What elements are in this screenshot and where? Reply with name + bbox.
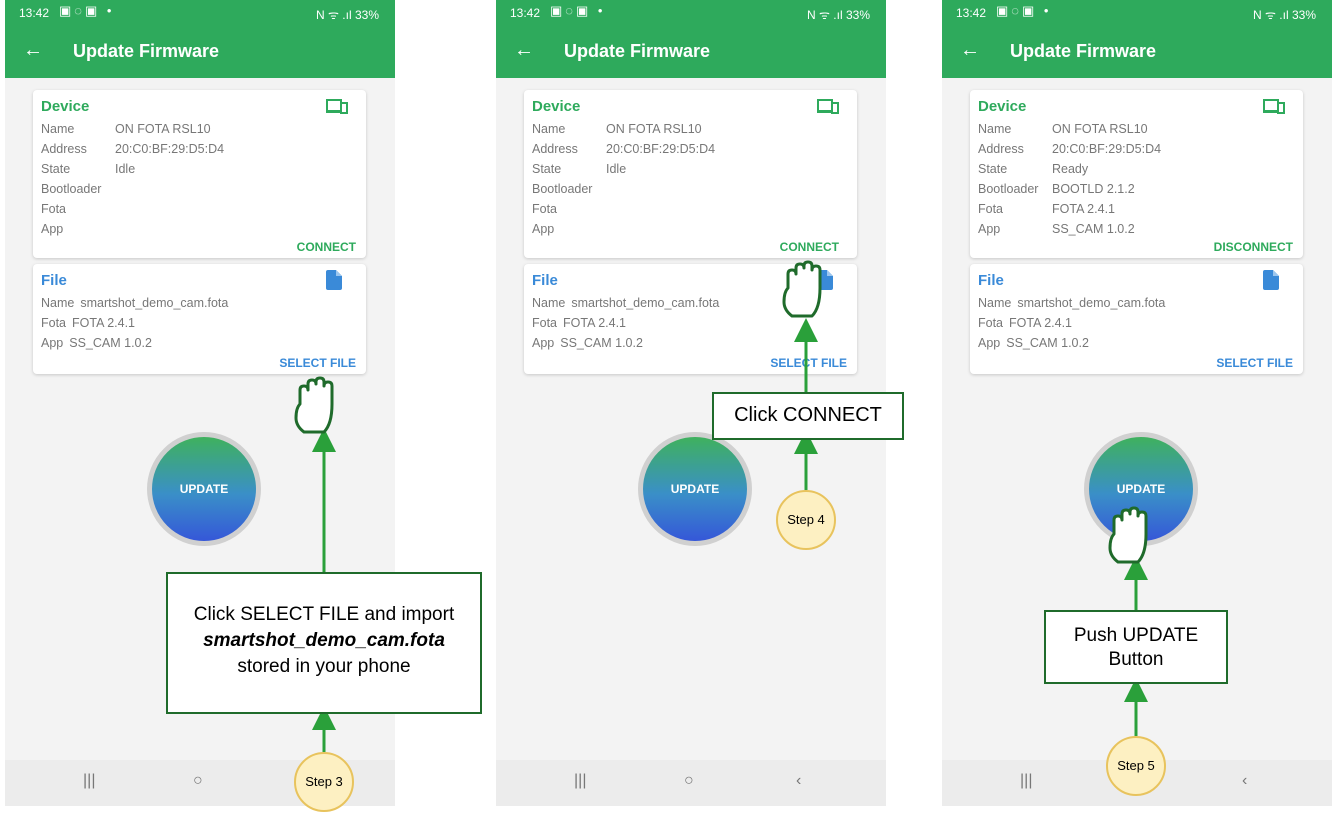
device-row: Bootloader [41, 182, 102, 196]
status-bar: 13:42 ▣◌▣ • N ᯤ .ıl 33% [942, 0, 1332, 26]
recent-apps-icon[interactable]: ||| [83, 772, 95, 790]
device-card: Device Name ON FOTA RSL10 Address 20:C0:BF… [33, 90, 366, 258]
status-bar: 13:42 ▣◌▣ • N ᯤ .ıl 33% [496, 0, 886, 26]
device-row: Fota [41, 202, 67, 216]
device-row: App [532, 222, 555, 236]
device-row: App [41, 222, 64, 236]
status-time: 13:42 [956, 6, 987, 20]
device-row: App SS_CAM 1.0.2 [978, 222, 1135, 236]
file-heading: File [41, 272, 67, 289]
select-file-button[interactable]: SELECT FILE [279, 356, 356, 370]
page-title: Update Firmware [1010, 41, 1157, 61]
status-icons: ▣◌▣ • [59, 3, 115, 18]
devices-icon [326, 99, 348, 114]
device-row: State Ready [978, 162, 1089, 176]
step5-callout: Push UPDATE Button [1044, 610, 1228, 684]
step4-badge: Step 4 [776, 490, 836, 550]
recent-apps-icon[interactable]: ||| [574, 772, 586, 790]
arrow-left-icon[interactable]: ← [514, 39, 534, 62]
connect-button[interactable]: CONNECT [297, 240, 356, 254]
devices-icon [817, 99, 839, 114]
update-button[interactable]: UPDATE [638, 432, 752, 546]
step3-line1: Click SELECT FILE and import [193, 604, 455, 625]
device-row: Address 20:C0:BF:29:D5:D4 [41, 142, 225, 156]
status-right: N ᯤ .ıl 33% [316, 8, 379, 22]
page-title: Update Firmware [73, 41, 220, 61]
device-row: State Idle [41, 162, 136, 176]
device-row: Bootloader [532, 182, 593, 196]
status-time: 13:42 [19, 6, 50, 20]
device-heading: Device [532, 98, 581, 115]
select-file-button[interactable]: SELECT FILE [770, 356, 847, 370]
device-row: Address 20:C0:BF:29:D5:D4 [532, 142, 716, 156]
step3-badge: Step 3 [294, 752, 354, 812]
disconnect-button[interactable]: DISCONNECT [1214, 240, 1293, 254]
recent-apps-icon[interactable]: ||| [1020, 772, 1032, 790]
status-time: 13:42 [510, 6, 541, 20]
page-title: Update Firmware [564, 41, 711, 61]
file-icon [1263, 270, 1279, 290]
device-row: Name ON FOTA RSL10 [978, 122, 1148, 136]
system-nav-bar: ||| ○ ‹ [496, 760, 886, 806]
back-nav-icon[interactable]: ‹ [796, 772, 801, 790]
file-icon [326, 270, 342, 290]
device-card: Device Name ON FOTA RSL10 Address 20:C0:BF… [524, 90, 857, 258]
step3-callout: Click SELECT FILE and import smartshot_d… [166, 572, 482, 714]
device-heading: Device [978, 98, 1027, 115]
device-row: Fota [532, 202, 558, 216]
file-card: File Name smartshot_demo_cam.fota Fota FOT… [970, 264, 1303, 374]
file-row: Name smartshot_demo_cam.fota [978, 296, 1166, 310]
update-button[interactable]: UPDATE [1084, 432, 1198, 546]
file-heading: File [978, 272, 1004, 289]
device-row: State Idle [532, 162, 627, 176]
step4-text: Click CONNECT [734, 404, 882, 426]
connect-button[interactable]: CONNECT [780, 240, 839, 254]
file-row: Name smartshot_demo_cam.fota [532, 296, 720, 310]
arrow-left-icon[interactable]: ← [960, 39, 980, 62]
home-icon[interactable]: ○ [684, 772, 694, 790]
app-bar: ← Update Firmware [942, 26, 1332, 78]
device-row: Name ON FOTA RSL10 [41, 122, 211, 136]
step5-line1: Push UPDATE [1073, 625, 1199, 646]
step4-callout: Click CONNECT [712, 392, 904, 440]
file-row: Name smartshot_demo_cam.fota [41, 296, 229, 310]
file-row: App SS_CAM 1.0.2 [978, 336, 1089, 350]
device-row: Address 20:C0:BF:29:D5:D4 [978, 142, 1162, 156]
select-file-button[interactable]: SELECT FILE [1216, 356, 1293, 370]
file-card: File Name smartshot_demo_cam.fota Fota FOT… [33, 264, 366, 374]
arrow-left-icon[interactable]: ← [23, 39, 43, 62]
file-row: Fota FOTA 2.4.1 [978, 316, 1073, 330]
devices-icon [1263, 99, 1285, 114]
update-button[interactable]: UPDATE [147, 432, 261, 546]
device-card: Device Name ON FOTA RSL10 Address 20:C0:BF… [970, 90, 1303, 258]
app-bar: ← Update Firmware [496, 26, 886, 78]
back-nav-icon[interactable]: ‹ [1242, 772, 1247, 790]
file-row: App SS_CAM 1.0.2 [41, 336, 152, 350]
step3-line2: smartshot_demo_cam.fota [203, 630, 445, 651]
file-card: File Name smartshot_demo_cam.fota Fota FOT… [524, 264, 857, 374]
device-row: Fota FOTA 2.4.1 [978, 202, 1115, 216]
device-heading: Device [41, 98, 90, 115]
step5-badge: Step 5 [1106, 736, 1166, 796]
file-row: App SS_CAM 1.0.2 [532, 336, 643, 350]
status-bar: 13:42 ▣◌▣ • N ᯤ .ıl 33% [5, 0, 395, 26]
file-row: Fota FOTA 2.4.1 [532, 316, 627, 330]
device-row: Name ON FOTA RSL10 [532, 122, 702, 136]
status-icons: ▣◌▣ • [996, 3, 1052, 18]
status-right: N ᯤ .ıl 33% [807, 8, 870, 22]
file-heading: File [532, 272, 558, 289]
app-bar: ← Update Firmware [5, 26, 395, 78]
home-icon[interactable]: ○ [193, 772, 203, 790]
device-row: Bootloader BOOTLD 2.1.2 [978, 182, 1135, 196]
file-icon [817, 270, 833, 290]
file-row: Fota FOTA 2.4.1 [41, 316, 136, 330]
phone-screen-3: 13:42 ▣◌▣ • N ᯤ .ıl 33% ← Update Firmwar… [942, 0, 1332, 806]
step5-line2: Button [1108, 649, 1164, 670]
step3-line3: stored in your phone [237, 656, 411, 677]
status-icons: ▣◌▣ • [550, 3, 606, 18]
status-right: N ᯤ .ıl 33% [1253, 8, 1316, 22]
